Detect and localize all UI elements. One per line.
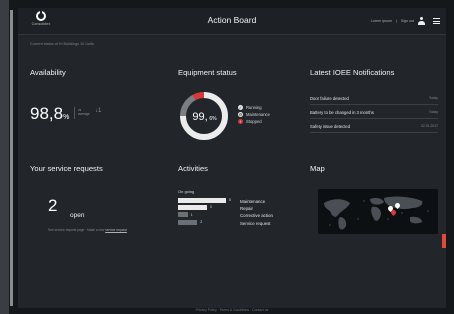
map-landmass: [324, 196, 423, 230]
availability-title: Availability: [30, 68, 66, 77]
activities-labels: Maintenance Repair Corrective action Ser…: [240, 198, 273, 227]
footer-links[interactable]: Privacy Policy · Terms & Conditions · Co…: [18, 308, 446, 312]
notification-time: 02.01.2017: [421, 124, 438, 128]
equipment-legend: ✓ Running ⚙ Maintenance ! Stopped: [238, 104, 270, 125]
feedback-tab[interactable]: [442, 234, 446, 248]
notification-text: Door failure detected: [310, 95, 349, 101]
notification-time: Today: [428, 96, 438, 100]
user-name-link[interactable]: Lorem Ipsum: [371, 19, 392, 23]
activities-title: Activities: [178, 164, 208, 173]
service-requests-count: 2: [48, 196, 58, 215]
sign-out-link[interactable]: Sign out: [401, 19, 414, 23]
equipment-unit: 6%: [209, 116, 217, 122]
notification-item[interactable]: Safety issue detected 02.01.2017: [310, 120, 438, 133]
availability-unit: %: [63, 114, 70, 121]
notification-item[interactable]: Door failure detected Today: [310, 92, 438, 105]
service-requests-title: Your service requests: [30, 164, 103, 173]
equipment-title: Equipment status: [178, 68, 237, 77]
availability-sub-2: average: [78, 112, 90, 116]
activity-label[interactable]: Maintenance: [240, 198, 273, 205]
left-scrollbar[interactable]: [10, 10, 13, 306]
legend-running: ✓ Running: [238, 104, 270, 111]
activity-label[interactable]: Corrective action: [240, 212, 273, 219]
activity-bar-value: 2: [200, 219, 203, 224]
service-requests-status: open: [70, 212, 85, 219]
availability-comparison: vs average: [78, 108, 90, 116]
availability-value: 98,8%: [30, 104, 69, 124]
legend-label: Maintenance: [246, 112, 270, 117]
breadcrumb: Current status of Ki Buildings 10 Units: [30, 42, 94, 46]
activity-bar[interactable]: [178, 205, 207, 211]
user-icon[interactable]: [418, 17, 425, 25]
service-requests-note-text: See service-request page · Make a new: [48, 228, 105, 232]
availability-trend: ↓1: [95, 108, 102, 114]
notifications-title: Latest IOEE Notifications: [310, 68, 395, 77]
screen-frame: Consolidex Action Board Lorem Ipsum | Si…: [0, 0, 454, 314]
activity-bar[interactable]: [178, 198, 226, 203]
activity-bar-value: 1: [190, 212, 193, 217]
equipment-donut-chart[interactable]: 99, 6%: [178, 90, 230, 142]
top-bar: Consolidex Action Board Lorem Ipsum | Si…: [18, 8, 446, 35]
world-map-graphic: [324, 196, 429, 230]
gear-icon: ⚙: [238, 112, 243, 117]
app-window: Consolidex Action Board Lorem Ipsum | Si…: [18, 8, 446, 312]
service-requests-note: See service-request page · Make a new se…: [48, 228, 127, 232]
activity-bar-value: 5: [229, 198, 231, 203]
legend-label: Running: [246, 105, 262, 110]
activity-label[interactable]: Service request: [240, 220, 273, 227]
notification-text: Safety issue detected: [310, 123, 351, 129]
legend-stopped: ! Stopped: [238, 118, 270, 125]
stop-icon: !: [238, 119, 243, 124]
new-service-request-link[interactable]: service request: [105, 228, 127, 232]
activity-bar[interactable]: [178, 212, 188, 218]
separator: |: [395, 19, 397, 23]
activities-subtitle: On going: [178, 189, 195, 194]
world-map[interactable]: [318, 189, 438, 234]
notification-text: Battery to be changed in 3 months: [310, 109, 374, 115]
map-title: Map: [310, 164, 325, 173]
legend-label: Stopped: [246, 119, 262, 124]
activity-bar-value: 3: [209, 205, 212, 210]
notification-time: Today: [428, 110, 438, 114]
notification-item[interactable]: Battery to be changed in 3 months Today: [310, 106, 438, 119]
legend-maintenance: ⚙ Maintenance: [238, 111, 270, 118]
menu-icon[interactable]: [433, 18, 440, 24]
check-icon: ✓: [238, 105, 243, 110]
availability-divider: [74, 107, 75, 119]
equipment-value: 99,: [192, 111, 207, 123]
activity-bar[interactable]: [178, 219, 198, 225]
top-right-links: Lorem Ipsum | Sign out: [371, 14, 440, 28]
activity-label[interactable]: Repair: [240, 205, 273, 212]
left-bezel: [0, 0, 13, 314]
availability-number: 98,8: [30, 104, 64, 123]
